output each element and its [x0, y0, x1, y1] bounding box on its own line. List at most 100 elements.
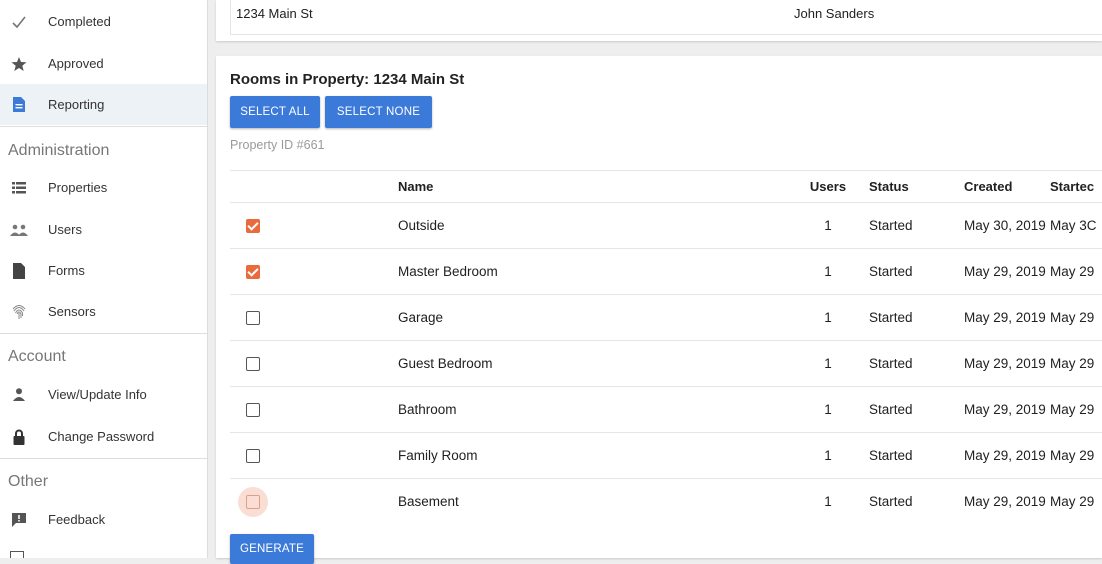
select-none-button[interactable]: SELECT NONE: [325, 96, 432, 128]
row-checkbox[interactable]: [246, 311, 260, 325]
room-started: May 29: [1050, 494, 1095, 509]
property-owner: John Sanders: [794, 6, 875, 21]
table-row[interactable]: Guest Bedroom 1 Started May 29, 2019 May 29: [230, 340, 1102, 387]
room-name: Family Room: [398, 448, 478, 463]
room-name: Bathroom: [398, 402, 457, 417]
room-status: Started: [869, 402, 913, 417]
property-address: 1234 Main St: [236, 6, 313, 21]
sidebar-item-properties[interactable]: Properties: [0, 167, 207, 208]
room-users: 1: [824, 448, 832, 463]
room-started: May 3C: [1050, 218, 1097, 233]
sidebar-item-label: Users: [48, 222, 82, 237]
room-users: 1: [824, 264, 832, 279]
generate-button[interactable]: GENERATE: [230, 534, 314, 564]
room-started: May 29: [1050, 264, 1095, 279]
rooms-card: Rooms in Property: 1234 Main St SELECT A…: [216, 56, 1102, 564]
room-users: 1: [824, 310, 832, 325]
room-started: May 29: [1050, 402, 1095, 417]
section-heading-other: Other: [8, 473, 49, 490]
sidebar-item-sensors[interactable]: Sensors: [0, 291, 207, 332]
sidebar-item-approved[interactable]: Approved: [0, 43, 207, 84]
sidebar: Completed Approved Reporting Administrat…: [0, 0, 208, 558]
table-row[interactable]: 1234 Main St John Sanders: [230, 0, 1102, 35]
table-row[interactable]: Basement 1 Started May 29, 2019 May 29: [230, 478, 1102, 525]
room-created: May 29, 2019: [964, 356, 1046, 371]
room-name: Outside: [398, 218, 445, 233]
sidebar-item-reporting[interactable]: Reporting: [0, 84, 207, 125]
column-header-status[interactable]: Status: [869, 171, 909, 203]
sidebar-item-label: Approved: [48, 56, 104, 71]
table-row[interactable]: Outside 1 Started May 30, 2019 May 3C: [230, 202, 1102, 249]
column-header-started[interactable]: Startec: [1050, 171, 1094, 203]
room-status: Started: [869, 494, 913, 509]
people-icon: [10, 221, 28, 239]
row-checkbox[interactable]: [246, 265, 260, 279]
room-users: 1: [824, 218, 832, 233]
table-row[interactable]: Garage 1 Started May 29, 2019 May 29: [230, 294, 1102, 341]
room-created: May 30, 2019: [964, 218, 1046, 233]
row-checkbox[interactable]: [246, 219, 260, 233]
sidebar-item-label: Feedback: [48, 512, 106, 527]
sidebar-item-label: Change Password: [48, 429, 155, 444]
room-started: May 29: [1050, 448, 1095, 463]
room-users: 1: [824, 356, 832, 371]
section-heading-administration: Administration: [8, 142, 110, 159]
divider: [0, 333, 207, 334]
column-header-created[interactable]: Created: [964, 171, 1012, 203]
room-created: May 29, 2019: [964, 402, 1046, 417]
section-heading-account: Account: [8, 348, 66, 365]
sidebar-item-label: Forms: [48, 263, 85, 278]
room-status: Started: [869, 218, 913, 233]
partial-icon: [10, 551, 24, 558]
room-started: May 29: [1050, 310, 1095, 325]
sidebar-item-label: View/Update Info: [48, 387, 147, 402]
divider: [0, 458, 207, 459]
table-row[interactable]: Bathroom 1 Started May 29, 2019 May 29: [230, 386, 1102, 433]
table-header: Name Users Status Created Startec: [230, 170, 1102, 203]
room-started: May 29: [1050, 356, 1095, 371]
property-id: Property ID #661: [230, 138, 325, 152]
room-status: Started: [869, 310, 913, 325]
room-name: Master Bedroom: [398, 264, 498, 279]
list-icon: [10, 179, 28, 197]
room-status: Started: [869, 356, 913, 371]
sidebar-item-label: Completed: [48, 14, 111, 29]
divider: [0, 126, 207, 127]
room-created: May 29, 2019: [964, 448, 1046, 463]
star-icon: [10, 55, 28, 73]
table-row[interactable]: Family Room 1 Started May 29, 2019 May 29: [230, 432, 1102, 479]
property-list-card: 1234 Main St John Sanders: [216, 0, 1102, 41]
sidebar-item-change-password[interactable]: Change Password: [0, 416, 207, 457]
lock-icon: [10, 428, 28, 446]
row-checkbox[interactable]: [246, 357, 260, 371]
room-users: 1: [824, 494, 832, 509]
feedback-icon: [10, 511, 28, 529]
fingerprint-icon: [10, 303, 28, 321]
row-checkbox[interactable]: [246, 495, 260, 509]
row-checkbox[interactable]: [246, 449, 260, 463]
room-created: May 29, 2019: [964, 310, 1046, 325]
column-header-users[interactable]: Users: [803, 171, 853, 203]
sidebar-item-feedback[interactable]: Feedback: [0, 499, 207, 540]
room-name: Basement: [398, 494, 459, 509]
sidebar-item-completed[interactable]: Completed: [0, 1, 207, 42]
room-status: Started: [869, 448, 913, 463]
sidebar-item-users[interactable]: Users: [0, 209, 207, 250]
select-all-button[interactable]: SELECT ALL: [230, 96, 320, 128]
sidebar-item-view-update-info[interactable]: View/Update Info: [0, 374, 207, 415]
person-icon: [10, 386, 28, 404]
file-icon: [10, 262, 28, 280]
sidebar-item-label: Reporting: [48, 97, 105, 112]
table-row[interactable]: Master Bedroom 1 Started May 29, 2019 May 29: [230, 248, 1102, 295]
room-users: 1: [824, 402, 832, 417]
sidebar-item-label: Sensors: [48, 304, 96, 319]
column-header-name[interactable]: Name: [398, 171, 433, 203]
room-name: Garage: [398, 310, 444, 325]
row-checkbox[interactable]: [246, 403, 260, 417]
page-title: Rooms in Property: 1234 Main St: [230, 71, 465, 88]
document-icon: [10, 96, 28, 114]
room-created: May 29, 2019: [964, 264, 1046, 279]
room-created: May 29, 2019: [964, 494, 1046, 509]
sidebar-item-forms[interactable]: Forms: [0, 250, 207, 291]
room-name: Guest Bedroom: [398, 356, 493, 371]
